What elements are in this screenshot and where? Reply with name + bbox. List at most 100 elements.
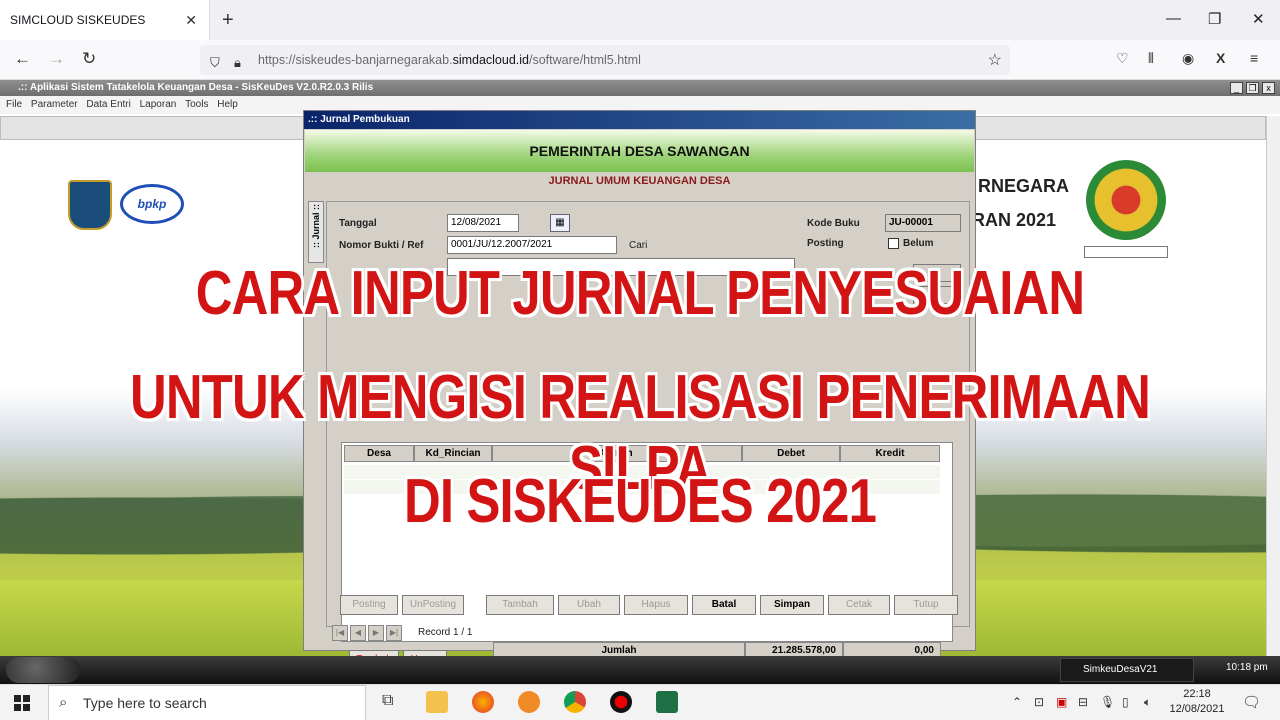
url-prefix: https://siskeudes-banjarnegarakab.	[258, 53, 453, 67]
garuda-logo	[68, 180, 112, 230]
region-text-1: RNEGARA	[978, 176, 1070, 196]
menu-file[interactable]: File	[6, 99, 22, 110]
new-tab-icon[interactable]: +	[222, 9, 234, 32]
recorder-icon[interactable]	[610, 691, 632, 713]
cetak-button[interactable]: Cetak	[828, 595, 890, 615]
prev-record-icon[interactable]: ◀	[350, 625, 366, 641]
next-record-icon[interactable]: ▶	[368, 625, 384, 641]
bookmark-star-icon[interactable]: ☆	[988, 50, 1002, 70]
bpkp-logo: bpkp	[120, 184, 184, 224]
windows-start-icon[interactable]	[14, 695, 30, 711]
url-domain: simdacloud.id	[452, 53, 529, 67]
region-text-2: RAN 2021	[972, 210, 1057, 230]
remote-clock: 10:18 pm	[1226, 662, 1268, 673]
first-record-icon[interactable]: |◀	[332, 625, 348, 641]
crest-label	[1084, 246, 1168, 258]
close-window-icon[interactable]: ✕	[1252, 10, 1265, 28]
menu-icon[interactable]: ≡	[1250, 50, 1258, 66]
tutup-button[interactable]: Tutup	[894, 595, 958, 615]
app-title-bar: .:: Aplikasi Sistem Tatakelola Keuangan …	[0, 80, 1280, 96]
unposting-button[interactable]: UnPosting	[402, 595, 464, 615]
nomor-bukti-field[interactable]: 0001/JU/12.2007/2021	[447, 236, 617, 254]
app-title: .:: Aplikasi Sistem Tatakelola Keuangan …	[18, 82, 374, 93]
cari-link[interactable]: Cari	[629, 240, 647, 251]
clock-time: 22:18	[1183, 688, 1211, 700]
overlay-line-3: DI SISKEUDES 2021	[403, 467, 877, 536]
tanggal-field[interactable]: 12/08/2021	[447, 214, 519, 232]
menu-data-entri[interactable]: Data Entri	[86, 99, 130, 110]
browser-nav-bar: ← → ↻ ⛉ 🔒︎ https://siskeudes-banjarnegar…	[0, 40, 1280, 80]
dialog-subheader: JURNAL UMUM KEUANGAN DESA	[548, 175, 731, 187]
tray-antivirus-icon[interactable]: ▣	[1056, 695, 1067, 709]
overlay-line-1: CARA INPUT JURNAL PENYESUAIAN	[195, 259, 1085, 328]
dialog-header: PEMERINTAH DESA SAWANGAN	[305, 130, 974, 172]
posting-button[interactable]: Posting	[340, 595, 398, 615]
tab-title: SIMCLOUD SISKEUDES	[10, 13, 146, 27]
url-path: /software/html5.html	[529, 53, 641, 67]
clock-date: 12/08/2021	[1169, 703, 1225, 715]
calendar-icon[interactable]: ▦	[550, 214, 570, 232]
battery-icon[interactable]: ▯	[1122, 695, 1129, 709]
ubah-button[interactable]: Ubah	[558, 595, 620, 615]
volume-icon[interactable]: 🔈︎	[1144, 695, 1151, 710]
browser-tab[interactable]: SIMCLOUD SISKEUDES ✕	[0, 0, 210, 40]
notification-icon[interactable]: 🗨︎	[1242, 693, 1261, 711]
remote-taskbar: SimkeuDesaV21 10:18 pm	[0, 656, 1280, 684]
app-minimize-button[interactable]: _	[1230, 82, 1243, 94]
menu-parameter[interactable]: Parameter	[31, 99, 78, 110]
menu-tools[interactable]: Tools	[185, 99, 208, 110]
excel-icon[interactable]	[656, 691, 678, 713]
kode-buku-field: JU-00001	[885, 214, 961, 232]
banjarnegara-crest-logo	[1086, 160, 1166, 240]
tab-jurnal[interactable]: :: Jurnal ::	[308, 201, 324, 263]
file-explorer-icon[interactable]	[426, 691, 448, 713]
label-kode-buku: Kode Buku	[807, 218, 860, 229]
extension-icon[interactable]: ◉	[1182, 50, 1194, 67]
label-nomor-bukti: Nomor Bukti / Ref	[339, 240, 424, 251]
maximize-icon[interactable]: ❐	[1208, 10, 1221, 28]
search-icon: ⌕	[59, 694, 68, 711]
menu-laporan[interactable]: Laporan	[140, 99, 177, 110]
windows-taskbar: ⌕ Type here to search ⧉ ⌃ ⊡ ▣ ⊟ 🎙︎ ▯ 🔈︎ …	[0, 684, 1280, 720]
tambah-button[interactable]: Tambah	[486, 595, 554, 615]
simpan-button[interactable]: Simpan	[760, 595, 824, 615]
lock-icon[interactable]: 🔒︎	[234, 55, 241, 71]
tray-network-icon[interactable]: ⊟	[1078, 695, 1088, 709]
tray-app-icon[interactable]: ⊡	[1034, 695, 1044, 709]
back-icon[interactable]: ←	[14, 49, 31, 69]
posting-checkbox[interactable]	[888, 238, 899, 249]
ccleaner-icon[interactable]	[518, 691, 540, 713]
search-placeholder: Type here to search	[83, 695, 207, 711]
taskbar-clock[interactable]: 22:18 12/08/2021	[1168, 687, 1226, 717]
taskbar-search[interactable]: ⌕ Type here to search	[48, 685, 366, 720]
app-restore-button[interactable]: ❐	[1246, 82, 1259, 94]
last-record-icon[interactable]: ▶|	[386, 625, 402, 641]
minimize-icon[interactable]: —	[1166, 10, 1181, 27]
remote-start-button[interactable]	[6, 657, 80, 683]
task-view-icon[interactable]: ⧉	[382, 692, 393, 710]
forward-icon[interactable]: →	[48, 49, 65, 69]
microphone-icon[interactable]: 🎙︎	[1100, 695, 1115, 709]
x-extension-icon[interactable]: X	[1216, 50, 1225, 66]
menu-help[interactable]: Help	[217, 99, 238, 110]
tab-jurnal-label: :: Jurnal ::	[311, 204, 321, 248]
pocket-icon[interactable]: ♡	[1116, 50, 1129, 67]
vertical-scrollbar[interactable]	[1266, 116, 1280, 656]
remote-taskbar-app[interactable]: SimkeuDesaV21	[1060, 658, 1194, 682]
close-tab-icon[interactable]: ✕	[185, 12, 197, 29]
firefox-icon[interactable]	[472, 691, 494, 713]
url-bar[interactable]: ⛉ 🔒︎ https://siskeudes-banjarnegarakab. s…	[200, 45, 1010, 75]
batal-button[interactable]: Batal	[692, 595, 756, 615]
library-icon[interactable]: ⫴	[1148, 50, 1154, 67]
tray-chevron-icon[interactable]: ⌃	[1012, 695, 1022, 709]
reload-icon[interactable]: ↻	[82, 49, 96, 69]
label-posting: Posting	[807, 238, 844, 249]
record-indicator: Record 1 / 1	[418, 627, 473, 638]
chrome-icon[interactable]	[564, 691, 586, 713]
browser-tab-bar: SIMCLOUD SISKEUDES ✕ + — ❐ ✕	[0, 0, 1280, 40]
app-close-button[interactable]: x	[1262, 82, 1275, 94]
hapus-button[interactable]: Hapus	[624, 595, 688, 615]
shield-icon[interactable]: ⛉	[210, 55, 220, 71]
bpkp-logo-text: bpkp	[137, 197, 167, 211]
dialog-title: .:: Jurnal Pembukuan	[304, 111, 975, 129]
